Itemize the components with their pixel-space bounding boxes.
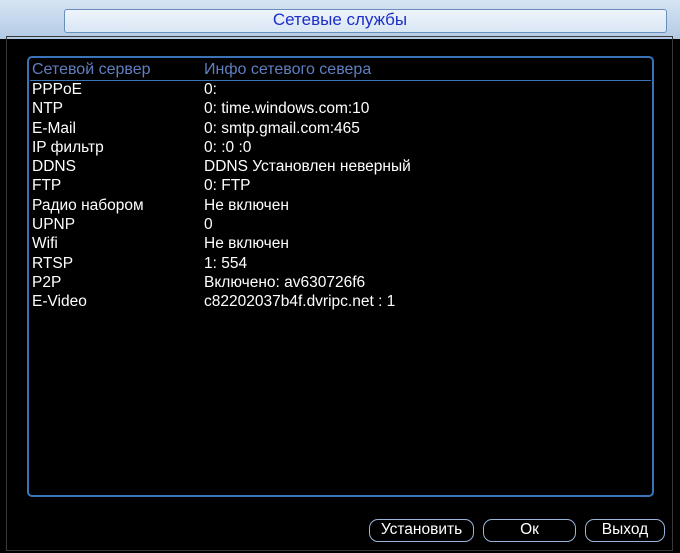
service-name: IP фильтр [32,138,104,156]
table-row[interactable]: NTP 0: time.windows.com:10 [30,99,651,118]
service-name: P2P [32,273,62,291]
ok-button[interactable]: Ок [483,519,576,542]
service-name: NTP [32,100,63,118]
service-name: Wifi [32,235,58,253]
table-row[interactable]: PPPoE 0: [30,80,651,99]
service-name: DDNS [32,158,76,176]
service-info: 0: FTP [204,177,251,195]
table-row[interactable]: FTP 0: FTP [30,176,651,195]
table-row[interactable]: IP фильтр 0: :0 :0 [30,138,651,157]
service-info: 0: smtp.gmail.com:465 [204,119,360,137]
service-name: RTSP [32,254,74,272]
table-row[interactable]: DDNS DDNS Установлен неверный [30,157,651,176]
service-name: PPPoE [32,81,82,98]
title-bar: Сетевые службы [0,0,680,39]
service-name: E-Video [32,293,87,311]
service-info: c82202037b4f.dvripc.net : 1 [204,293,396,311]
dialog-title: Сетевые службы [272,10,408,29]
service-info: Не включен [204,196,289,214]
table-row[interactable]: E-Video c82202037b4f.dvripc.net : 1 [30,292,651,311]
column-header-server: Сетевой сервер [32,61,151,78]
network-services-dialog: Сетевые службы Сетевой сервер Инфо сетев… [0,0,680,553]
services-table-body: PPPoE 0: NTP 0: time.windows.com:10 E-Ma… [30,80,651,312]
table-row[interactable]: P2P Включено: av630726f6 [30,273,651,292]
table-row[interactable]: Радио набором Не включен [30,196,651,215]
service-info: 1: 554 [204,254,248,272]
service-name: UPNP [32,216,76,234]
table-row[interactable]: RTSP 1: 554 [30,254,651,273]
column-header-info: Инфо сетевого севера [204,61,372,78]
service-info: Включено: av630726f6 [204,273,366,291]
exit-button[interactable]: Выход [585,519,665,542]
service-info: 0: [204,81,217,98]
service-info: 0: time.windows.com:10 [204,100,370,118]
service-info: 0: :0 :0 [204,138,252,156]
table-header: Сетевой сервер Инфо сетевого севера [30,60,651,81]
table-row[interactable]: E-Mail 0: smtp.gmail.com:465 [30,119,651,138]
service-info: DDNS Установлен неверный [204,158,411,176]
table-row[interactable]: Wifi Не включен [30,234,651,253]
service-info: 0 [204,216,213,234]
set-button[interactable]: Установить [369,519,474,542]
service-name: FTP [32,177,62,195]
table-row[interactable]: UPNP 0 [30,215,651,234]
service-name: Радио набором [32,196,144,214]
service-info: Не включен [204,235,289,253]
service-name: E-Mail [32,119,76,137]
